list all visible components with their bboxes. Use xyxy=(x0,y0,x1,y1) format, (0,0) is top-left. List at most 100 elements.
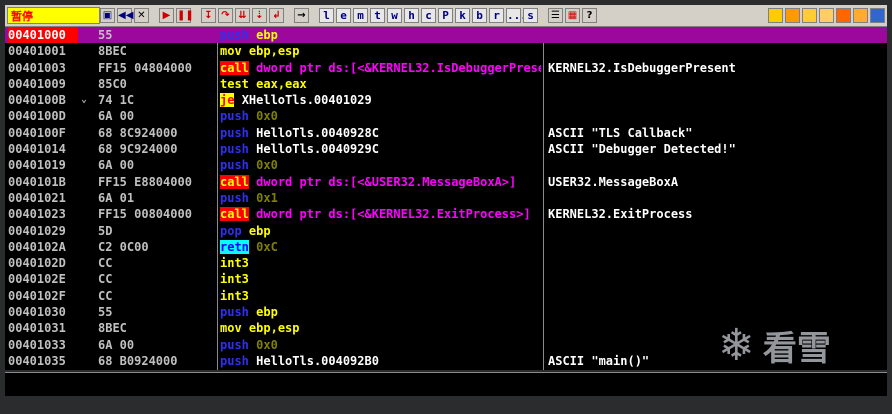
operands: ebp xyxy=(256,28,278,42)
options-icon[interactable]: ▦ xyxy=(565,8,580,23)
mnemonic: je xyxy=(220,93,235,108)
window-button[interactable]: ... xyxy=(506,8,527,23)
disasm-row[interactable]: 00401021 6A 01 push 0x1 xyxy=(5,190,887,206)
close-icon[interactable]: ✕ xyxy=(134,8,149,23)
disasm-row[interactable]: 00401030 55 push ebp xyxy=(5,304,887,320)
pause-icon[interactable]: ❚❚ xyxy=(176,8,194,23)
record-icon[interactable] xyxy=(836,8,851,23)
step-over-icon[interactable]: ↷ xyxy=(218,8,233,23)
hex-dump: 8BEC xyxy=(98,44,127,59)
disasm-row[interactable]: 00401029 5D pop ebp xyxy=(5,223,887,239)
hex-dump: CC xyxy=(98,272,113,287)
disasm-row[interactable]: 0040100B ⌄ 74 1C je XHelloTls.00401029 xyxy=(5,92,887,108)
extra-icon[interactable] xyxy=(870,8,885,23)
address: 0040100F xyxy=(8,125,66,140)
mnemonic: call xyxy=(220,60,249,75)
operands: 0xC xyxy=(256,239,278,254)
jump-marker: ⌄ xyxy=(81,94,88,106)
instruction: call dword ptr ds:[<&KERNEL32.ExitProces… xyxy=(220,206,541,222)
window-button[interactable]: r xyxy=(489,8,504,23)
list-icon[interactable]: ☰ xyxy=(548,8,563,23)
window-button[interactable]: s xyxy=(523,8,538,23)
disasm-row[interactable]: 00401001 8BEC mov ebp,esp xyxy=(5,43,887,59)
address: 00401021 xyxy=(8,190,66,205)
address: 0040102A xyxy=(8,239,66,254)
go-to-icon[interactable]: → xyxy=(294,8,309,23)
window-button[interactable]: P xyxy=(438,8,453,23)
window-button[interactable]: t xyxy=(370,8,385,23)
hex-dump: FF15 E8804000 xyxy=(98,174,192,189)
disasm-row[interactable]: 00401009 85C0 test eax,eax xyxy=(5,76,887,92)
disasm-row[interactable]: 00401019 6A 00 push 0x0 xyxy=(5,157,887,173)
instruction: push HelloTls.0040928C xyxy=(220,125,541,141)
mnemonic: int3 xyxy=(220,256,249,271)
comment: KERNEL32.ExitProcess xyxy=(548,207,693,222)
operands: ebp xyxy=(248,223,271,238)
comment: KERNEL32.IsDebuggerPresent xyxy=(548,60,736,75)
instruction: call dword ptr ds:[<&KERNEL32.IsDebugger… xyxy=(220,60,541,76)
disasm-row[interactable]: 00401003 FF15 04804000 call dword ptr ds:[… xyxy=(5,60,887,76)
instruction: push ebp xyxy=(220,304,541,320)
window-button[interactable]: k xyxy=(455,8,470,23)
address: 0040101B xyxy=(8,174,66,189)
restart-icon[interactable]: ◀◀ xyxy=(117,8,133,23)
disasm-row[interactable]: 0040102E CC int3 xyxy=(5,271,887,287)
script-icon[interactable] xyxy=(785,8,800,23)
hex-dump: 55 xyxy=(98,28,113,42)
info-pane[interactable] xyxy=(5,372,887,396)
execute-till-return-icon[interactable]: ↲ xyxy=(269,8,284,23)
window-button[interactable]: c xyxy=(421,8,436,23)
operands: XHelloTls.00401029 xyxy=(241,93,372,108)
disasm-row[interactable]: 0040102D CC int3 xyxy=(5,255,887,271)
mnemonic: push xyxy=(220,305,249,320)
mnemonic: push xyxy=(220,353,249,368)
window-button[interactable]: l xyxy=(319,8,334,23)
run-icon[interactable]: ▶ xyxy=(159,8,174,23)
operands: 0x0 xyxy=(256,337,278,352)
operands: 0x0 xyxy=(256,109,278,124)
hex-dump: CC xyxy=(98,288,113,303)
address: 00401014 xyxy=(8,142,66,157)
operands: ebp xyxy=(256,305,278,320)
disasm-row[interactable]: 0040102A C2 0C00 retn 0xC xyxy=(5,239,887,255)
help-icon[interactable]: ? xyxy=(582,8,597,23)
address: 0040100D xyxy=(8,109,66,124)
address: 00401023 xyxy=(8,207,66,222)
operands: ebp,esp xyxy=(248,321,300,336)
open-file-icon[interactable]: ▣ xyxy=(100,8,115,23)
disasm-row[interactable]: 00401023 FF15 00804000 call dword ptr ds:[… xyxy=(5,206,887,222)
hex-dump: 68 9C924000 xyxy=(98,142,178,157)
hbp-icon[interactable] xyxy=(819,8,834,23)
window-button[interactable]: w xyxy=(387,8,402,23)
trace-into-icon[interactable]: ⇊ xyxy=(235,8,250,23)
disasm-row[interactable]: 0040101B FF15 E8804000 call dword ptr ds:[… xyxy=(5,174,887,190)
comment: ASCII "TLS Callback" xyxy=(548,125,693,140)
address: 00401031 xyxy=(8,321,66,336)
hardware-bp-icon[interactable] xyxy=(802,8,817,23)
step-into-icon[interactable]: ↧ xyxy=(201,8,216,23)
window-button[interactable]: h xyxy=(404,8,419,23)
hex-dump: 6A 00 xyxy=(98,158,135,173)
disasm-row[interactable]: 0040100F 68 8C924000 push HelloTls.0040928… xyxy=(5,125,887,141)
asm-icon[interactable] xyxy=(853,8,868,23)
window-button[interactable]: b xyxy=(472,8,487,23)
hex-dump: 55 xyxy=(98,305,113,320)
watermark: ❄ 看雪 xyxy=(718,320,888,371)
address: 00401030 xyxy=(8,305,66,320)
hex-dump: 5D xyxy=(98,223,113,238)
disasm-row[interactable]: 0040100D 6A 00 push 0x0 xyxy=(5,108,887,124)
mnemonic: push xyxy=(220,109,249,124)
disasm-row[interactable]: 00401000 55 push ebp xyxy=(5,27,887,44)
instruction: retn 0xC xyxy=(220,239,541,255)
disasm-row[interactable]: 00401014 68 9C924000 push HelloTls.0040929… xyxy=(5,141,887,157)
window-button[interactable]: e xyxy=(336,8,351,23)
trace-over-icon[interactable]: ⇣ xyxy=(252,8,267,23)
disasm-row[interactable]: 0040102F CC int3 xyxy=(5,288,887,304)
address: 00401003 xyxy=(8,60,66,75)
operands: 0x1 xyxy=(256,190,278,205)
plugin-icon[interactable] xyxy=(768,8,783,23)
window-button[interactable]: m xyxy=(353,8,368,23)
instruction: mov ebp,esp xyxy=(220,43,541,59)
hex-dump: C2 0C00 xyxy=(98,239,149,254)
instruction: pop ebp xyxy=(220,223,541,239)
